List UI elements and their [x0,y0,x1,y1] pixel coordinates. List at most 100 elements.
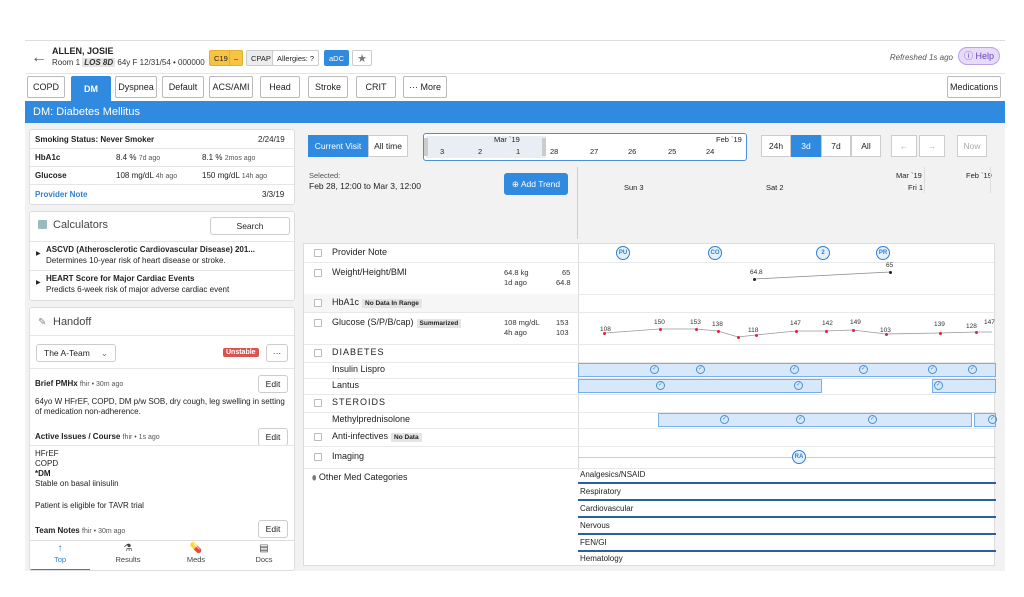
row-checkbox[interactable] [314,453,322,461]
weight-sparkline [753,271,891,280]
row-hba1c[interactable]: HbA1c No Data In Range [304,294,578,312]
methyl-bar[interactable] [658,413,972,427]
calc-heart-title[interactable]: HEART Score for Major Cardiac Events [46,274,194,283]
expand-arrow-icon[interactable]: ▶ [36,250,41,257]
range-all-button[interactable]: All [851,135,881,157]
row-provider-note[interactable]: Provider Note [304,244,578,262]
check-circle-icon[interactable]: ✓ [790,365,799,374]
edit-pmhx-button[interactable]: Edit [258,375,288,393]
tab-acs-ami[interactable]: ACS/AMI [209,76,253,98]
row-checkbox[interactable] [314,399,322,407]
nav-results[interactable]: ⚗ Results [98,543,158,564]
tab-default[interactable]: Default [162,76,204,98]
row-checkbox[interactable] [314,269,322,277]
tab-more[interactable]: ··· More [403,76,447,98]
prev-arrow-icon[interactable]: ← [891,135,917,157]
edit-notes-button[interactable]: Edit [258,520,288,538]
current-visit-button[interactable]: Current Visit [308,135,368,157]
category-row[interactable]: FEN/GI [578,536,996,552]
notes-title: Team Notes [35,526,80,535]
row-methylprednisolone[interactable]: Methylprednisolone [304,412,578,428]
edit-issues-button[interactable]: Edit [258,428,288,446]
lantus-bar[interactable] [578,379,822,393]
row-checkbox[interactable] [314,349,322,357]
back-arrow-icon[interactable]: ← [31,49,47,67]
nav-docs[interactable]: ▤ Docs [234,543,294,564]
row-checkbox[interactable] [314,299,322,307]
check-circle-icon[interactable]: ✓ [650,365,659,374]
tab-dyspnea[interactable]: Dyspnea [115,76,157,98]
check-circle-icon[interactable]: ✓ [720,415,729,424]
adc-tag[interactable]: aDC [324,50,350,66]
row-imaging[interactable]: Imaging [304,446,578,468]
note-marker[interactable]: 2 [816,246,830,260]
tab-crit[interactable]: CRIT [356,76,396,98]
check-circle-icon[interactable]: ✓ [794,381,803,390]
check-circle-icon[interactable]: ✓ [868,415,877,424]
selected-label: Selected: [309,171,341,180]
category-row[interactable]: Cardiovascular [578,502,996,518]
range-24h-button[interactable]: 24h [761,135,791,157]
nav-meds[interactable]: 💊 Meds [166,543,226,564]
next-arrow-icon[interactable]: → [919,135,945,157]
category-row[interactable]: Nervous [578,519,996,535]
nav-top[interactable]: ↑ Top [30,543,90,570]
check-circle-icon[interactable]: ✓ [988,415,997,424]
range-handle-left[interactable] [424,138,428,156]
glucose-point-label: 138 [712,321,723,328]
row-glucose[interactable]: Glucose (S/P/B/cap) Summarized 108 mg/dL … [304,312,578,344]
help-button[interactable]: ⓘ Help [958,47,1000,65]
timeline-range-slider[interactable]: Mar `19 Feb `19 3 2 1 28 27 26 25 24 [423,133,747,161]
tab-stroke[interactable]: Stroke [308,76,348,98]
provider-note-link[interactable]: Provider Note [35,190,87,199]
group-diabetes[interactable]: DIABETES [304,344,578,362]
check-circle-icon[interactable]: ✓ [968,365,977,374]
calc-ascvd-title[interactable]: ASCVD (Atherosclerotic Cardiovascular Di… [46,245,255,254]
range-3d-button[interactable]: 3d [791,135,821,157]
c19-status-tag[interactable]: – [229,50,244,66]
expand-arrow-icon[interactable]: ▶ [36,279,41,286]
other-med-categories[interactable]: ⬮ Other Med Categories [312,472,407,483]
star-icon[interactable]: ★ [352,50,372,66]
check-circle-icon[interactable]: ✓ [796,415,805,424]
check-circle-icon[interactable]: ✓ [696,365,705,374]
add-trend-button[interactable]: ⊕ Add Trend [504,173,568,195]
row-anti-infectives[interactable]: Anti-infectives No Data [304,428,578,446]
row-weight[interactable]: Weight/Height/BMI 64.8 kg 65 1d ago 64.8 [304,262,578,294]
notes-meta: fhir • 30m ago [82,528,126,535]
check-circle-icon[interactable]: ✓ [859,365,868,374]
check-circle-icon[interactable]: ✓ [656,381,665,390]
category-row[interactable]: Respiratory [578,485,996,501]
hba1c-time-2: 2mos ago [224,155,256,162]
allergies-tag[interactable]: Allergies: ? [272,50,320,66]
row-insulin-lispro[interactable]: Insulin Lispro [304,362,578,378]
all-time-button[interactable]: All time [368,135,408,157]
row-lantus[interactable]: Lantus [304,378,578,394]
check-circle-icon[interactable]: ✓ [934,381,943,390]
row-checkbox[interactable] [314,433,322,441]
help-label: Help [975,51,995,61]
note-marker[interactable]: CO [708,246,722,260]
note-marker[interactable]: PR [876,246,890,260]
category-row[interactable]: Hematology [578,552,996,568]
glucose-point [603,332,606,335]
row-checkbox[interactable] [314,319,322,327]
help-icon: ⓘ [963,51,973,61]
note-marker[interactable]: PU [616,246,630,260]
range-7d-button[interactable]: 7d [821,135,851,157]
more-options-button[interactable]: ··· [266,344,288,362]
medications-button[interactable]: Medications [947,76,1001,98]
calculator-search-button[interactable]: Search [210,217,290,235]
group-steroids[interactable]: STEROIDS [304,394,578,412]
tab-copd[interactable]: COPD [27,76,65,98]
range-handle-right[interactable] [542,138,546,156]
row-checkbox[interactable] [314,249,322,257]
team-select[interactable]: The A-Team ⌄ [36,344,116,362]
category-row[interactable]: Analgesics/NSAID [578,468,996,484]
now-button[interactable]: Now [957,135,987,157]
tab-dm[interactable]: DM [71,76,111,101]
imaging-marker[interactable]: RA [792,450,806,464]
glucose-point-label: 153 [690,319,701,326]
tab-head[interactable]: Head [260,76,300,98]
check-circle-icon[interactable]: ✓ [928,365,937,374]
